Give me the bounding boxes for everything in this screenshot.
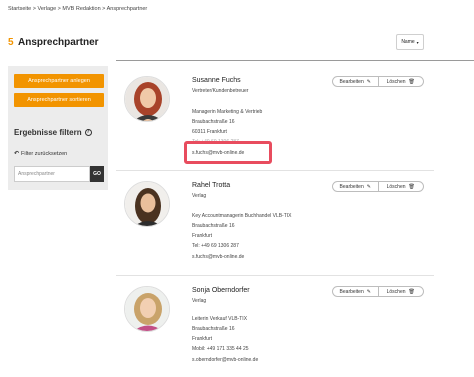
delete-button[interactable]: Löschen 🗑 bbox=[377, 77, 424, 86]
contact-name: Rahel Trotta bbox=[192, 182, 231, 189]
contact-phone: Tel: +49 69 1306 287 bbox=[192, 243, 239, 249]
pencil-icon: ✎ bbox=[366, 183, 371, 190]
contact-card: Sonja Oberndorfer Verlag Leiterin Verkau… bbox=[116, 275, 434, 377]
contact-actions: Bearbeiten ✎ Löschen 🗑 bbox=[332, 181, 424, 192]
filter-reset-link[interactable]: ↶ Filter zurücksetzen bbox=[14, 150, 68, 158]
contact-search-input[interactable] bbox=[14, 166, 90, 182]
contact-card: Susanne Fuchs Vertreter/Kundenbetreuer M… bbox=[116, 61, 434, 170]
contact-actions: Bearbeiten ✎ Löschen 🗑 bbox=[332, 76, 424, 87]
sidebar: Ansprechpartner anlegen Ansprechpartner … bbox=[8, 66, 108, 190]
contact-name: Sonja Oberndorfer bbox=[192, 287, 250, 294]
contact-city: Frankfurt bbox=[192, 336, 213, 342]
add-contact-button[interactable]: Ansprechpartner anlegen bbox=[14, 74, 104, 88]
delete-button[interactable]: Löschen 🗑 bbox=[377, 182, 424, 191]
trash-icon: 🗑 bbox=[408, 288, 415, 295]
edit-button[interactable]: Bearbeiten ✎ bbox=[333, 287, 378, 296]
contact-role: Vertreter/Kundenbetreuer bbox=[192, 88, 249, 94]
edit-label: Bearbeiten bbox=[339, 78, 364, 85]
avatar bbox=[124, 181, 170, 227]
contact-street: Braubachstraße 16 bbox=[192, 223, 235, 229]
sort-select-value: Name bbox=[401, 39, 415, 45]
avatar bbox=[124, 76, 170, 122]
go-button[interactable]: GO bbox=[90, 166, 104, 182]
info-icon[interactable]: ? bbox=[84, 129, 92, 136]
page-title: 5 Ansprechpartner bbox=[8, 37, 99, 48]
contact-name: Susanne Fuchs bbox=[192, 77, 241, 84]
contact-phone: Mobil: +49 171 335 44 25 bbox=[192, 346, 249, 352]
contact-count: 5 bbox=[8, 37, 14, 48]
pencil-icon: ✎ bbox=[366, 78, 371, 85]
contact-role: Verlag bbox=[192, 298, 207, 304]
edit-label: Bearbeiten bbox=[339, 183, 364, 190]
edit-button[interactable]: Bearbeiten ✎ bbox=[333, 77, 378, 86]
contact-position: Key Accountmanagerin Buchhandel VLB-TIX bbox=[192, 213, 292, 219]
contact-street: Braubachstraße 16 bbox=[192, 119, 235, 125]
sort-contacts-button[interactable]: Ansprechpartner sortieren bbox=[14, 93, 104, 107]
delete-label: Löschen bbox=[386, 78, 406, 85]
caret-down-icon: ▾ bbox=[416, 39, 419, 45]
page-title-text: Ansprechpartner bbox=[17, 37, 99, 48]
contact-city: Frankfurt bbox=[192, 233, 213, 239]
contact-email[interactable]: s.fuchs@mvb-online.de bbox=[192, 254, 244, 260]
contact-city: 60311 Frankfurt bbox=[192, 129, 227, 135]
avatar bbox=[124, 286, 170, 332]
delete-label: Löschen bbox=[386, 288, 406, 295]
email-highlight-box bbox=[184, 141, 272, 164]
filter-title: Ergebnisse filtern ? bbox=[14, 128, 92, 137]
contact-street: Braubachstraße 16 bbox=[192, 326, 235, 332]
contact-actions: Bearbeiten ✎ Löschen 🗑 bbox=[332, 286, 424, 297]
contact-email[interactable]: s.oberndorfer@mvb-online.de bbox=[192, 357, 258, 363]
trash-icon: 🗑 bbox=[408, 78, 415, 85]
trash-icon: 🗑 bbox=[408, 183, 415, 190]
contact-position: Managerin Marketing & Vertrieb bbox=[192, 109, 263, 115]
contact-position: Leiterin Verkauf VLB-TIX bbox=[192, 316, 248, 322]
delete-label: Löschen bbox=[386, 183, 406, 190]
filter-title-text: Ergebnisse filtern bbox=[14, 128, 82, 137]
breadcrumb[interactable]: Startseite > Verlage > MVB Redaktion > A… bbox=[8, 6, 147, 12]
pencil-icon: ✎ bbox=[366, 288, 371, 295]
edit-button[interactable]: Bearbeiten ✎ bbox=[333, 182, 378, 191]
filter-reset-label: Filter zurücksetzen bbox=[21, 150, 68, 157]
undo-icon: ↶ bbox=[14, 151, 20, 157]
delete-button[interactable]: Löschen 🗑 bbox=[377, 287, 424, 296]
sort-select[interactable]: Name ▾ bbox=[396, 34, 424, 50]
edit-label: Bearbeiten bbox=[339, 288, 364, 295]
contact-role: Verlag bbox=[192, 193, 207, 199]
contact-card: Rahel Trotta Verlag Key Accountmanagerin… bbox=[116, 170, 434, 275]
